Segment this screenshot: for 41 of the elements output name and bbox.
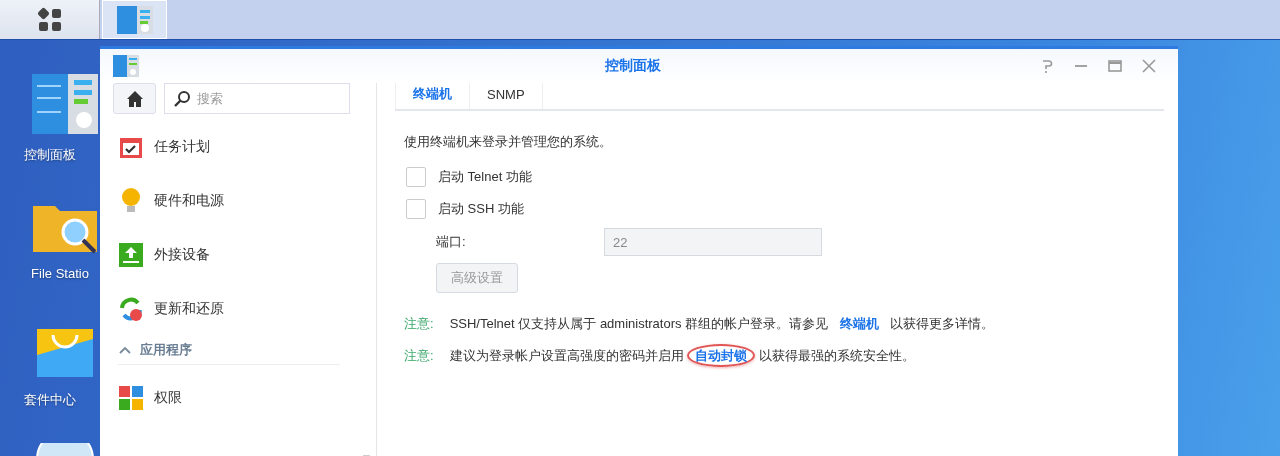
close-icon[interactable]	[1142, 59, 1156, 73]
taskbar-app-button[interactable]	[102, 0, 167, 39]
desktop-icon-label[interactable]: File Statio	[31, 266, 89, 281]
sidebar-item[interactable]: 任务计划	[118, 120, 376, 174]
note-text: 建议为登录帐户设置高强度的密码并启用 自动封锁 以获得最强的系统安全性。	[449, 347, 915, 365]
sidebar-item[interactable]: 外接设备	[118, 228, 376, 282]
checkbox[interactable]	[406, 167, 426, 187]
desktop-icon-label[interactable]: 套件中心	[24, 391, 76, 409]
control-panel-icon	[113, 55, 139, 77]
description-text: 使用终端机来登录并管理您的系统。	[404, 133, 613, 151]
apps-grid-icon	[36, 6, 63, 33]
note-label: 注意:	[404, 315, 434, 333]
checkbox-label: 启动 Telnet 功能	[438, 168, 532, 186]
checkbox-label: 启动 SSH 功能	[438, 200, 524, 218]
main-menu-button[interactable]	[0, 0, 100, 39]
maximize-icon[interactable]	[1108, 59, 1122, 73]
search-field[interactable]: 搜索	[164, 83, 350, 114]
permissions-icon	[118, 386, 144, 410]
upload-icon	[118, 243, 144, 267]
home-icon	[125, 89, 144, 108]
window-title: 控制面板	[605, 57, 661, 75]
refresh-icon	[118, 296, 144, 322]
desktop-icon-label[interactable]: 控制面板	[24, 146, 76, 164]
tab[interactable]: SNMP	[469, 79, 543, 109]
checkbox[interactable]	[406, 199, 426, 219]
control-panel-icon	[116, 5, 153, 34]
port-label: 端口:	[436, 233, 467, 251]
sidebar-item[interactable]: 硬件和电源	[118, 174, 376, 228]
control-panel-icon[interactable]	[32, 74, 98, 134]
link[interactable]: 自动封锁	[687, 344, 756, 367]
note-label: 注意:	[404, 347, 434, 365]
sidebar-item[interactable]: 权限	[118, 371, 376, 425]
link[interactable]: 终端机	[831, 312, 887, 335]
sidebar-item[interactable]: 更新和还原	[118, 282, 376, 336]
calendar-check-icon	[118, 135, 144, 159]
tab[interactable]: 终端机	[395, 79, 470, 109]
home-button[interactable]	[113, 83, 156, 114]
help-icon[interactable]	[1040, 59, 1054, 73]
note-text: SSH/Telnet 仅支持从属于 administrators 群组的帐户登录。请参见 终端机 以获得更多详情。	[449, 315, 995, 333]
chevron-icon	[118, 345, 132, 355]
sidebar-section-header[interactable]: 应用程序	[118, 336, 340, 365]
